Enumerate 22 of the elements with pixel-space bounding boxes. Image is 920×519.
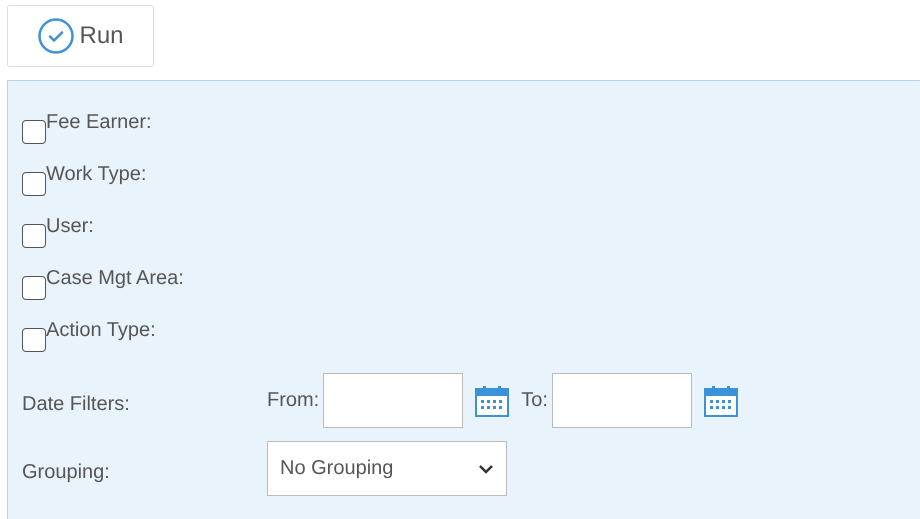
filter-label: Fee Earner:	[46, 111, 152, 134]
calendar-icon[interactable]	[704, 384, 738, 416]
date-filters-label: Date Filters:	[22, 393, 131, 416]
to-date-field[interactable]	[552, 373, 692, 428]
grouping-dropdown[interactable]: No Grouping	[267, 441, 507, 496]
checkbox[interactable]	[22, 328, 46, 352]
checkbox[interactable]	[22, 276, 46, 300]
run-button[interactable]: Run	[7, 5, 154, 67]
filter-label: User:	[46, 215, 94, 238]
check-circle-icon	[37, 17, 76, 55]
from-date-field[interactable]	[323, 373, 464, 428]
filter-label: Work Type:	[46, 163, 146, 186]
calendar-icon[interactable]	[475, 384, 510, 416]
grouping-label: Grouping:	[22, 461, 111, 484]
checkbox[interactable]	[22, 120, 46, 144]
from-label: From:	[267, 389, 320, 412]
to-label: To:	[521, 389, 548, 412]
chevron-down-icon	[478, 464, 494, 474]
filter-label: Action Type:	[46, 319, 156, 342]
checkbox[interactable]	[22, 172, 46, 196]
filter-label: Case Mgt Area:	[46, 267, 184, 290]
checkbox[interactable]	[22, 224, 46, 248]
